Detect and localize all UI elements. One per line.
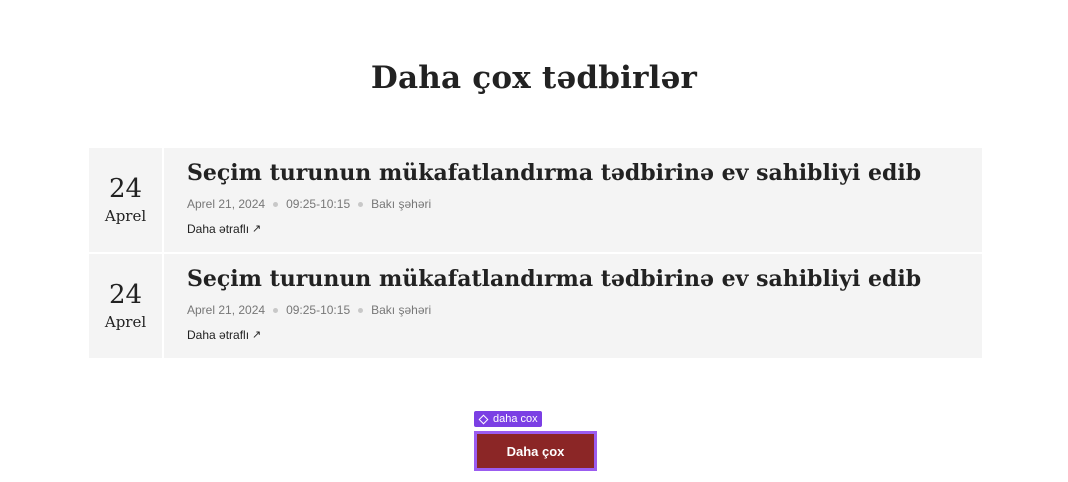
- event-details-link[interactable]: Daha ətraflı ↗: [187, 222, 261, 236]
- event-time: 09:25-10:15: [286, 303, 351, 317]
- event-date-box: 24 Aprel: [89, 254, 162, 358]
- arrow-up-right-icon: ↗: [252, 222, 262, 235]
- event-meta: Aprel 21, 2024 09:25-10:15 Bakı şəhəri: [187, 302, 982, 318]
- event-location: Bakı şəhəri: [371, 197, 432, 211]
- event-details-label: Daha ətraflı: [187, 222, 250, 236]
- arrow-up-right-icon: ↗: [252, 328, 262, 341]
- event-day: 24: [108, 280, 143, 310]
- event-details-link[interactable]: Daha ətraflı ↗: [187, 328, 261, 342]
- events-list: 24 Aprel Seçim turunun mükafatlandırma t…: [89, 148, 982, 360]
- event-body: Seçim turunun mükafatlandırma tədbirinə …: [164, 148, 982, 252]
- event-month: Aprel: [104, 207, 147, 225]
- event-title[interactable]: Seçim turunun mükafatlandırma tədbirinə …: [187, 158, 982, 188]
- event-time: 09:25-10:15: [286, 197, 351, 211]
- event-details-label: Daha ətraflı: [187, 328, 250, 342]
- event-date-box: 24 Aprel: [89, 148, 162, 252]
- event-title[interactable]: Seçim turunun mükafatlandırma tədbirinə …: [187, 264, 982, 294]
- separator-dot-icon: [358, 307, 364, 313]
- event-body: Seçim turunun mükafatlandırma tədbirinə …: [164, 254, 982, 358]
- event-date: Aprel 21, 2024: [187, 197, 266, 211]
- separator-dot-icon: [273, 307, 279, 313]
- separator-dot-icon: [273, 201, 279, 207]
- event-item: 24 Aprel Seçim turunun mükafatlandırma t…: [89, 254, 982, 358]
- load-more-button[interactable]: Daha çox: [474, 431, 597, 471]
- component-diamond-icon: [478, 414, 489, 424]
- component-tag-label: daha cox: [493, 413, 538, 425]
- event-month: Aprel: [104, 313, 147, 331]
- separator-dot-icon: [358, 201, 364, 207]
- event-meta: Aprel 21, 2024 09:25-10:15 Bakı şəhəri: [187, 196, 982, 212]
- events-page: Daha çox tədbirlər 24 Aprel Seçim turunu…: [0, 0, 1068, 482]
- event-location: Bakı şəhəri: [371, 303, 432, 317]
- component-tag: daha cox: [474, 411, 542, 427]
- event-item: 24 Aprel Seçim turunun mükafatlandırma t…: [89, 148, 982, 252]
- event-date: Aprel 21, 2024: [187, 303, 266, 317]
- section-title: Daha çox tədbirlər: [370, 60, 698, 96]
- event-day: 24: [108, 174, 143, 204]
